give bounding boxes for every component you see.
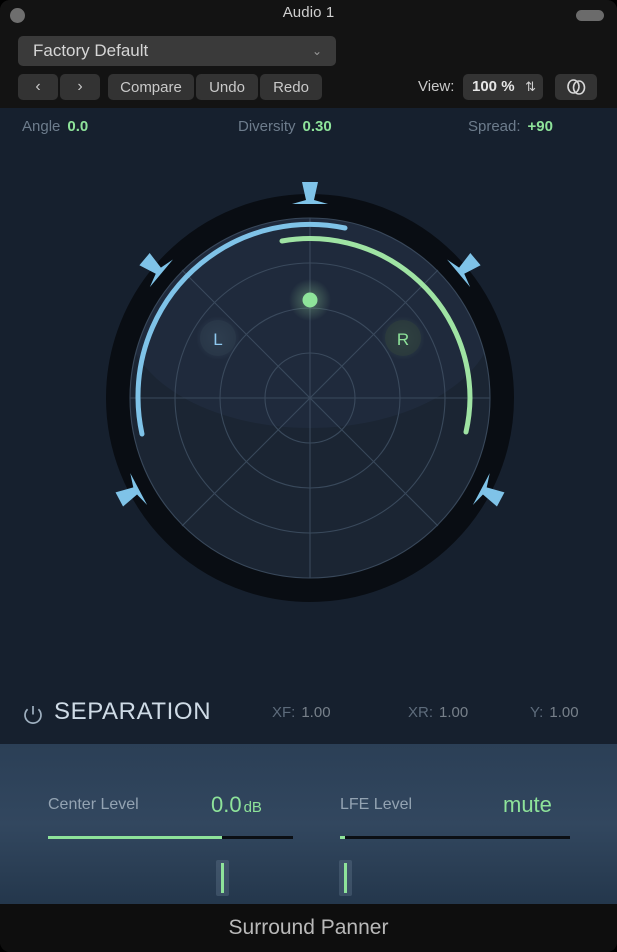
left-channel-label: L [213,330,222,349]
resize-pill[interactable] [576,10,604,21]
surround-field[interactable]: L R [80,166,540,626]
y-value: 1.00 [549,704,579,721]
spread-readout[interactable]: Spread: +90 [468,118,553,135]
compare-button[interactable]: Compare [108,74,194,100]
separation-title: SEPARATION [54,698,212,725]
preset-label: Factory Default [33,41,149,60]
angle-value: 0.0 [67,118,89,135]
view-label: View: [418,78,455,95]
right-channel-marker: R [381,316,425,360]
preset-dropdown[interactable]: Factory Default ⌄ [18,36,336,66]
diversity-label: Diversity [238,118,296,135]
plugin-window: Audio 1 Factory Default ⌄ ‹ › Compare Un… [0,0,617,952]
diversity-readout[interactable]: Diversity 0.30 [238,118,332,135]
center-level-unit: dB [243,799,262,816]
chevron-down-icon: ⌄ [311,44,322,58]
lfe-level-slider[interactable] [338,836,570,896]
window-title: Audio 1 [282,4,335,21]
xr-value: 1.00 [439,704,469,721]
lfe-level-value: mute [503,792,554,818]
level-panel: Center Level 0.0 dB LFE Level mute [0,744,617,904]
spread-value: +90 [527,118,553,135]
lfe-level-fill [340,836,345,839]
next-preset-button[interactable]: › [60,74,100,100]
center-level-handle[interactable] [215,860,229,896]
view-zoom-stepper[interactable]: 100 % ⇅ [463,74,543,100]
view-zoom-value: 100 % [472,78,515,95]
toolbar: Factory Default ⌄ ‹ › Compare Undo Redo … [0,30,617,108]
link-button[interactable] [555,74,597,100]
center-level-label: Center Level [48,796,139,813]
diversity-value: 0.30 [302,118,332,135]
center-level-value: 0.0 dB [211,792,262,818]
plugin-name: Surround Panner [228,916,389,939]
separation-xf[interactable]: XF: 1.00 [272,704,331,721]
undo-button[interactable]: Undo [196,74,258,100]
left-channel-marker: L [196,316,240,360]
center-level-number: 0.0 [211,792,242,817]
lfe-level-handle[interactable] [338,860,352,896]
pan-puck [289,279,331,321]
center-level-fill [48,836,222,839]
previous-preset-button[interactable]: ‹ [18,74,58,100]
redo-button[interactable]: Redo [260,74,322,100]
field-grid [129,217,491,579]
xf-value: 1.00 [301,704,331,721]
separation-y[interactable]: Y: 1.00 [530,704,579,721]
title-bar: Audio 1 [0,0,617,30]
angle-readout[interactable]: Angle 0.0 [22,118,88,135]
panner-panel: Angle 0.0 Diversity 0.30 Spread: +90 L R… [0,108,617,744]
y-label: Y: [530,704,544,721]
lfe-level-number: mute [503,792,552,817]
separation-row: SEPARATION XF: 1.00 XR: 1.00 Y: 1.00 [0,692,617,744]
footer-bar: Surround Panner [0,904,617,952]
lfe-level-label: LFE Level [340,796,413,813]
xf-label: XF: [272,704,296,721]
spread-label: Spread: [468,118,521,135]
center-level-slider[interactable] [48,836,293,896]
angle-label: Angle [22,118,61,135]
right-channel-label: R [397,330,409,349]
stepper-arrows-icon[interactable]: ⇅ [525,77,536,96]
power-icon[interactable] [22,704,44,731]
separation-xr[interactable]: XR: 1.00 [408,704,468,721]
xr-label: XR: [408,704,434,721]
